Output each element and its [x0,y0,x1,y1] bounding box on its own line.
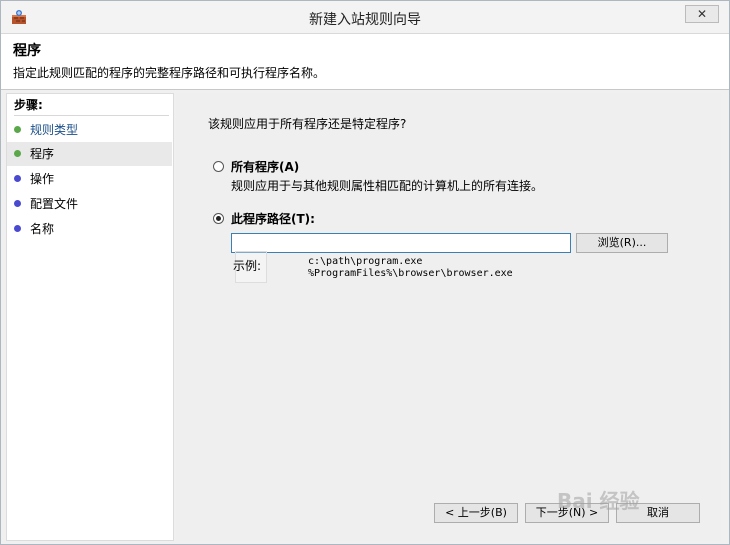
page-header: 程序 指定此规则匹配的程序的完整程序路径和可执行程序名称。 [1,34,729,90]
step-label: 名称 [30,222,55,236]
example-path-2: %ProgramFiles%\browser\browser.exe [308,268,513,279]
steps-heading: 步骤: [14,96,169,116]
step-current-icon [14,150,21,157]
example-paths: c:\path\program.exe %ProgramFiles%\brows… [308,256,513,280]
back-button[interactable]: < 上一步(B) [434,503,518,523]
step-done-icon [14,126,21,133]
step-label: 规则类型 [30,123,79,137]
all-programs-label[interactable]: 所有程序(A) [231,158,299,175]
close-button[interactable]: ✕ [685,5,719,23]
browse-button[interactable]: 浏览(R)... [576,233,668,253]
content-pane: 该规则应用于所有程序还是特定程序? 所有程序(A) 规则应用于与其他规则属性相匹… [176,93,721,541]
page-description: 指定此规则匹配的程序的完整程序路径和可执行程序名称。 [13,66,326,80]
step-label: 配置文件 [30,197,79,211]
program-path-radio[interactable] [213,213,224,224]
step-pending-icon [14,200,21,207]
cancel-button[interactable]: 取消 [616,503,700,523]
page-title: 程序 [13,43,41,59]
step-pending-icon [14,225,21,232]
all-programs-description: 规则应用于与其他规则属性相匹配的计算机上的所有连接。 [231,179,544,193]
steps-pane: 步骤: 规则类型 程序 操作 配置文件 名称 [6,93,174,541]
all-programs-radio[interactable] [213,161,224,172]
step-action: 操作 [7,167,172,191]
next-button[interactable]: 下一步(N) > [525,503,609,523]
step-label: 程序 [30,147,55,161]
program-path-input[interactable] [231,233,571,253]
example-path-1: c:\path\program.exe [308,256,423,267]
window-title: 新建入站规则向导 [309,12,421,28]
wizard-window: 新建入站规则向导 ✕ 程序 指定此规则匹配的程序的完整程序路径和可执行程序名称。… [0,0,730,545]
title-bar: 新建入站规则向导 ✕ [1,1,729,34]
program-path-label[interactable]: 此程序路径(T): [231,210,315,227]
step-rule-type[interactable]: 规则类型 [7,118,172,142]
example-label: 示例: [233,259,262,273]
step-program[interactable]: 程序 [7,142,172,166]
close-icon: ✕ [696,7,708,21]
step-name: 名称 [7,217,172,241]
step-profile: 配置文件 [7,192,172,216]
question-text: 该规则应用于所有程序还是特定程序? [208,117,407,131]
step-label: 操作 [30,172,55,186]
step-pending-icon [14,175,21,182]
